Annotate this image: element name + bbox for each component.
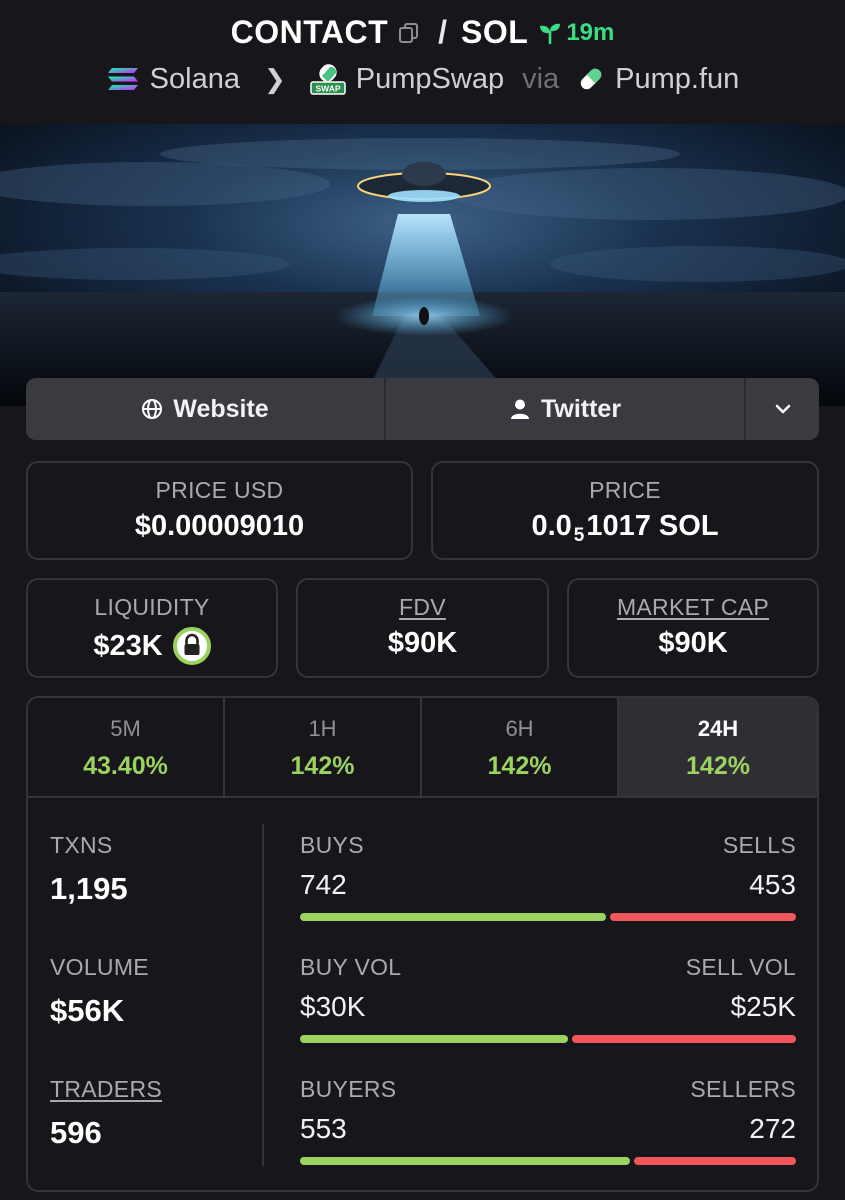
- tab-label: 5M: [110, 716, 141, 741]
- pair-age: 19m: [538, 19, 614, 47]
- liquidity-label: LIQUIDITY: [94, 594, 210, 620]
- pair-title: CONTACT / SOL 19m: [0, 14, 845, 51]
- tab-change: 142%: [487, 752, 552, 780]
- price-usd-card: PRICE USD $0.00009010: [26, 461, 413, 560]
- launchpad-name[interactable]: Pump.fun: [615, 63, 739, 96]
- txns-label: TXNS: [50, 832, 113, 858]
- buyers-value: 553: [300, 1113, 347, 1144]
- price-usd-value: $0.00009010: [134, 510, 305, 542]
- website-label: Website: [173, 394, 269, 423]
- liquidity-card: LIQUIDITY $23K: [26, 578, 278, 678]
- sprout-icon: [540, 23, 561, 44]
- pair-age-value: 19m: [566, 18, 615, 46]
- quote-symbol: SOL: [461, 14, 529, 50]
- tab-label: 6H: [505, 716, 534, 741]
- buyers-label: BUYERS: [300, 1076, 397, 1102]
- buy-vol-value: $30K: [300, 991, 366, 1022]
- chain-name[interactable]: Solana: [150, 63, 240, 96]
- tab-change: 142%: [686, 752, 750, 780]
- traders-value: 596: [50, 1115, 102, 1150]
- sells-bar-fill: [610, 913, 796, 921]
- buys-label: BUYS: [300, 832, 364, 858]
- breadcrumb: Solana ❯ SWAP PumpSwap via Pump.fun: [0, 62, 845, 96]
- fdv-label[interactable]: FDV: [298, 594, 547, 621]
- more-links-button[interactable]: [746, 378, 819, 440]
- volume-label: VOLUME: [50, 954, 149, 980]
- website-button[interactable]: Website: [26, 378, 386, 440]
- tab-6h[interactable]: 6H 142%: [422, 698, 619, 796]
- tab-5m[interactable]: 5M 43.40%: [28, 698, 225, 796]
- liquidity-value: $23K: [93, 629, 163, 662]
- pair-separator: /: [438, 14, 448, 50]
- price-zero-count: 5: [573, 525, 585, 546]
- traders-label[interactable]: TRADERS: [50, 1076, 162, 1103]
- sells-label: SELLS: [722, 832, 796, 858]
- price-native-value: 0.0 51017 SOL: [433, 510, 817, 547]
- tab-change: 43.40%: [83, 752, 168, 780]
- buys-sells-ratio: BUYS SELLS 742 453: [300, 832, 796, 921]
- tab-24h[interactable]: 24H 142%: [619, 698, 817, 796]
- pumpswap-icon: SWAP: [310, 64, 346, 95]
- sell-vol-bar-fill: [572, 1035, 796, 1043]
- buy-vol-bar-fill: [300, 1035, 569, 1043]
- fdv-card: FDV $90K: [296, 578, 549, 678]
- timeframe-tabs: 5M 43.40% 1H 142% 6H 142% 24H 142%: [28, 698, 817, 798]
- copy-icon[interactable]: [398, 22, 420, 44]
- token-symbol: CONTACT: [230, 14, 389, 50]
- buy-vol-label: BUY VOL: [300, 954, 402, 980]
- liquidity-value-row: $23K: [28, 627, 276, 665]
- chevron-right-icon: ❯: [263, 63, 286, 94]
- market-cap-value: $90K: [658, 627, 728, 659]
- ufo-illustration: [0, 124, 845, 406]
- sellers-bar-fill: [634, 1157, 796, 1165]
- solana-icon: [107, 68, 138, 90]
- price-native-card: PRICE 0.0 51017 SOL: [431, 461, 819, 560]
- tab-1h[interactable]: 1H 142%: [225, 698, 422, 796]
- sell-vol-label: SELL VOL: [685, 954, 796, 980]
- twitter-button[interactable]: Twitter: [386, 378, 746, 440]
- market-cap-label[interactable]: MARKET CAP: [569, 594, 817, 621]
- stats-divider: [262, 824, 264, 1166]
- volume-value: $56K: [50, 993, 125, 1028]
- links-bar: Website Twitter: [26, 378, 819, 440]
- user-icon: [510, 399, 529, 419]
- twitter-label: Twitter: [540, 394, 622, 423]
- traders-stat: TRADERS 596: [50, 1076, 162, 1151]
- timeframe-stats-panel: 5M 43.40% 1H 142% 6H 142% 24H 142% TXNS …: [26, 696, 819, 1192]
- buy-sell-volume-bar: [300, 1035, 796, 1043]
- token-banner-image: [0, 124, 845, 406]
- sell-vol-value: $25K: [730, 991, 796, 1022]
- dex-name[interactable]: PumpSwap: [356, 63, 504, 96]
- lock-icon[interactable]: [172, 627, 211, 665]
- buyers-sellers-ratio: BUYERS SELLERS 553 272: [300, 1076, 796, 1165]
- price-usd-label: PRICE USD: [155, 477, 284, 503]
- market-cap-card: MARKET CAP $90K: [567, 578, 819, 678]
- globe-icon: [142, 399, 163, 419]
- txns-value: 1,195: [50, 871, 128, 906]
- pill-icon: [580, 68, 602, 90]
- pair-header: CONTACT / SOL 19m Solana ❯ SWAP PumpSwap…: [0, 0, 845, 124]
- price-rest: 1017 SOL: [586, 510, 719, 542]
- tab-change: 142%: [290, 752, 355, 780]
- buyers-bar-fill: [300, 1157, 631, 1165]
- transaction-stats: TXNS 1,195 VOLUME $56K TRADERS 596 BUYS …: [28, 798, 817, 1190]
- fdv-value: $90K: [387, 627, 458, 659]
- buy-sell-volume-ratio: BUY VOL SELL VOL $30K $25K: [300, 954, 796, 1043]
- price-prefix: 0.0: [531, 510, 572, 542]
- sells-value: 453: [749, 869, 796, 900]
- tab-label: 24H: [697, 716, 739, 741]
- buyers-sellers-bar: [300, 1157, 796, 1165]
- buys-bar-fill: [300, 913, 607, 921]
- price-native-label: PRICE: [589, 477, 661, 503]
- svg-text:SWAP: SWAP: [315, 84, 340, 94]
- buys-value: 742: [300, 869, 347, 900]
- sellers-value: 272: [749, 1113, 796, 1144]
- sellers-label: SELLERS: [690, 1076, 796, 1102]
- volume-stat: VOLUME $56K: [50, 954, 149, 1029]
- tab-label: 1H: [308, 716, 337, 741]
- chevron-down-icon: [775, 404, 790, 414]
- buys-sells-bar: [300, 913, 796, 921]
- txns-stat: TXNS 1,195: [50, 832, 128, 907]
- via-label: via: [522, 62, 560, 95]
